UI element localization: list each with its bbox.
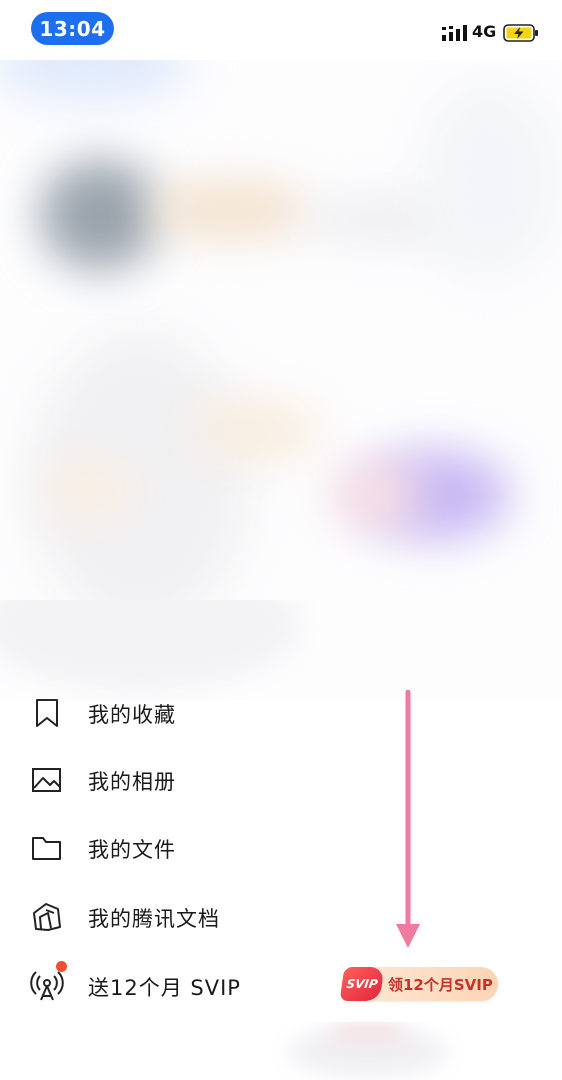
blurred-overlay-edge <box>0 600 562 703</box>
menu-item-label: 我的收藏 <box>88 703 176 727</box>
folder-icon <box>32 837 61 860</box>
tencent-docs-icon <box>33 903 61 931</box>
status-time: 13:04 <box>31 12 114 45</box>
battery-charging-icon <box>503 24 538 42</box>
photo-album-icon <box>32 768 61 792</box>
svip-promo-badge[interactable]: SVIP 领12个月SVIP <box>339 967 498 1001</box>
phone-screen: 13:04 4G 我的收藏 我的相册 我的文件 我的腾讯文档 送12个月 SVI… <box>0 0 562 1080</box>
menu-item-label: 我的腾讯文档 <box>88 907 220 931</box>
notification-dot <box>56 961 67 972</box>
down-arrow-icon <box>396 690 420 948</box>
menu-item-label: 我的相册 <box>88 770 176 794</box>
menu-item-tencent-docs[interactable]: 我的腾讯文档 <box>0 887 562 947</box>
menu-item-label: 我的文件 <box>88 838 176 862</box>
menu-item-label: 送12个月 SVIP <box>88 976 241 1000</box>
broadcast-icon <box>30 971 64 1001</box>
blurred-bottom-area <box>268 1022 470 1080</box>
network-type: 4G <box>472 22 497 41</box>
signal-bars-icon <box>442 25 467 41</box>
status-bar: 13:04 4G <box>0 0 562 60</box>
menu-item-album[interactable]: 我的相册 <box>0 750 562 810</box>
svip-promo-text: 领12个月SVIP <box>388 976 493 994</box>
svip-tag: SVIP <box>339 967 385 1001</box>
menu-item-files[interactable]: 我的文件 <box>0 818 562 878</box>
